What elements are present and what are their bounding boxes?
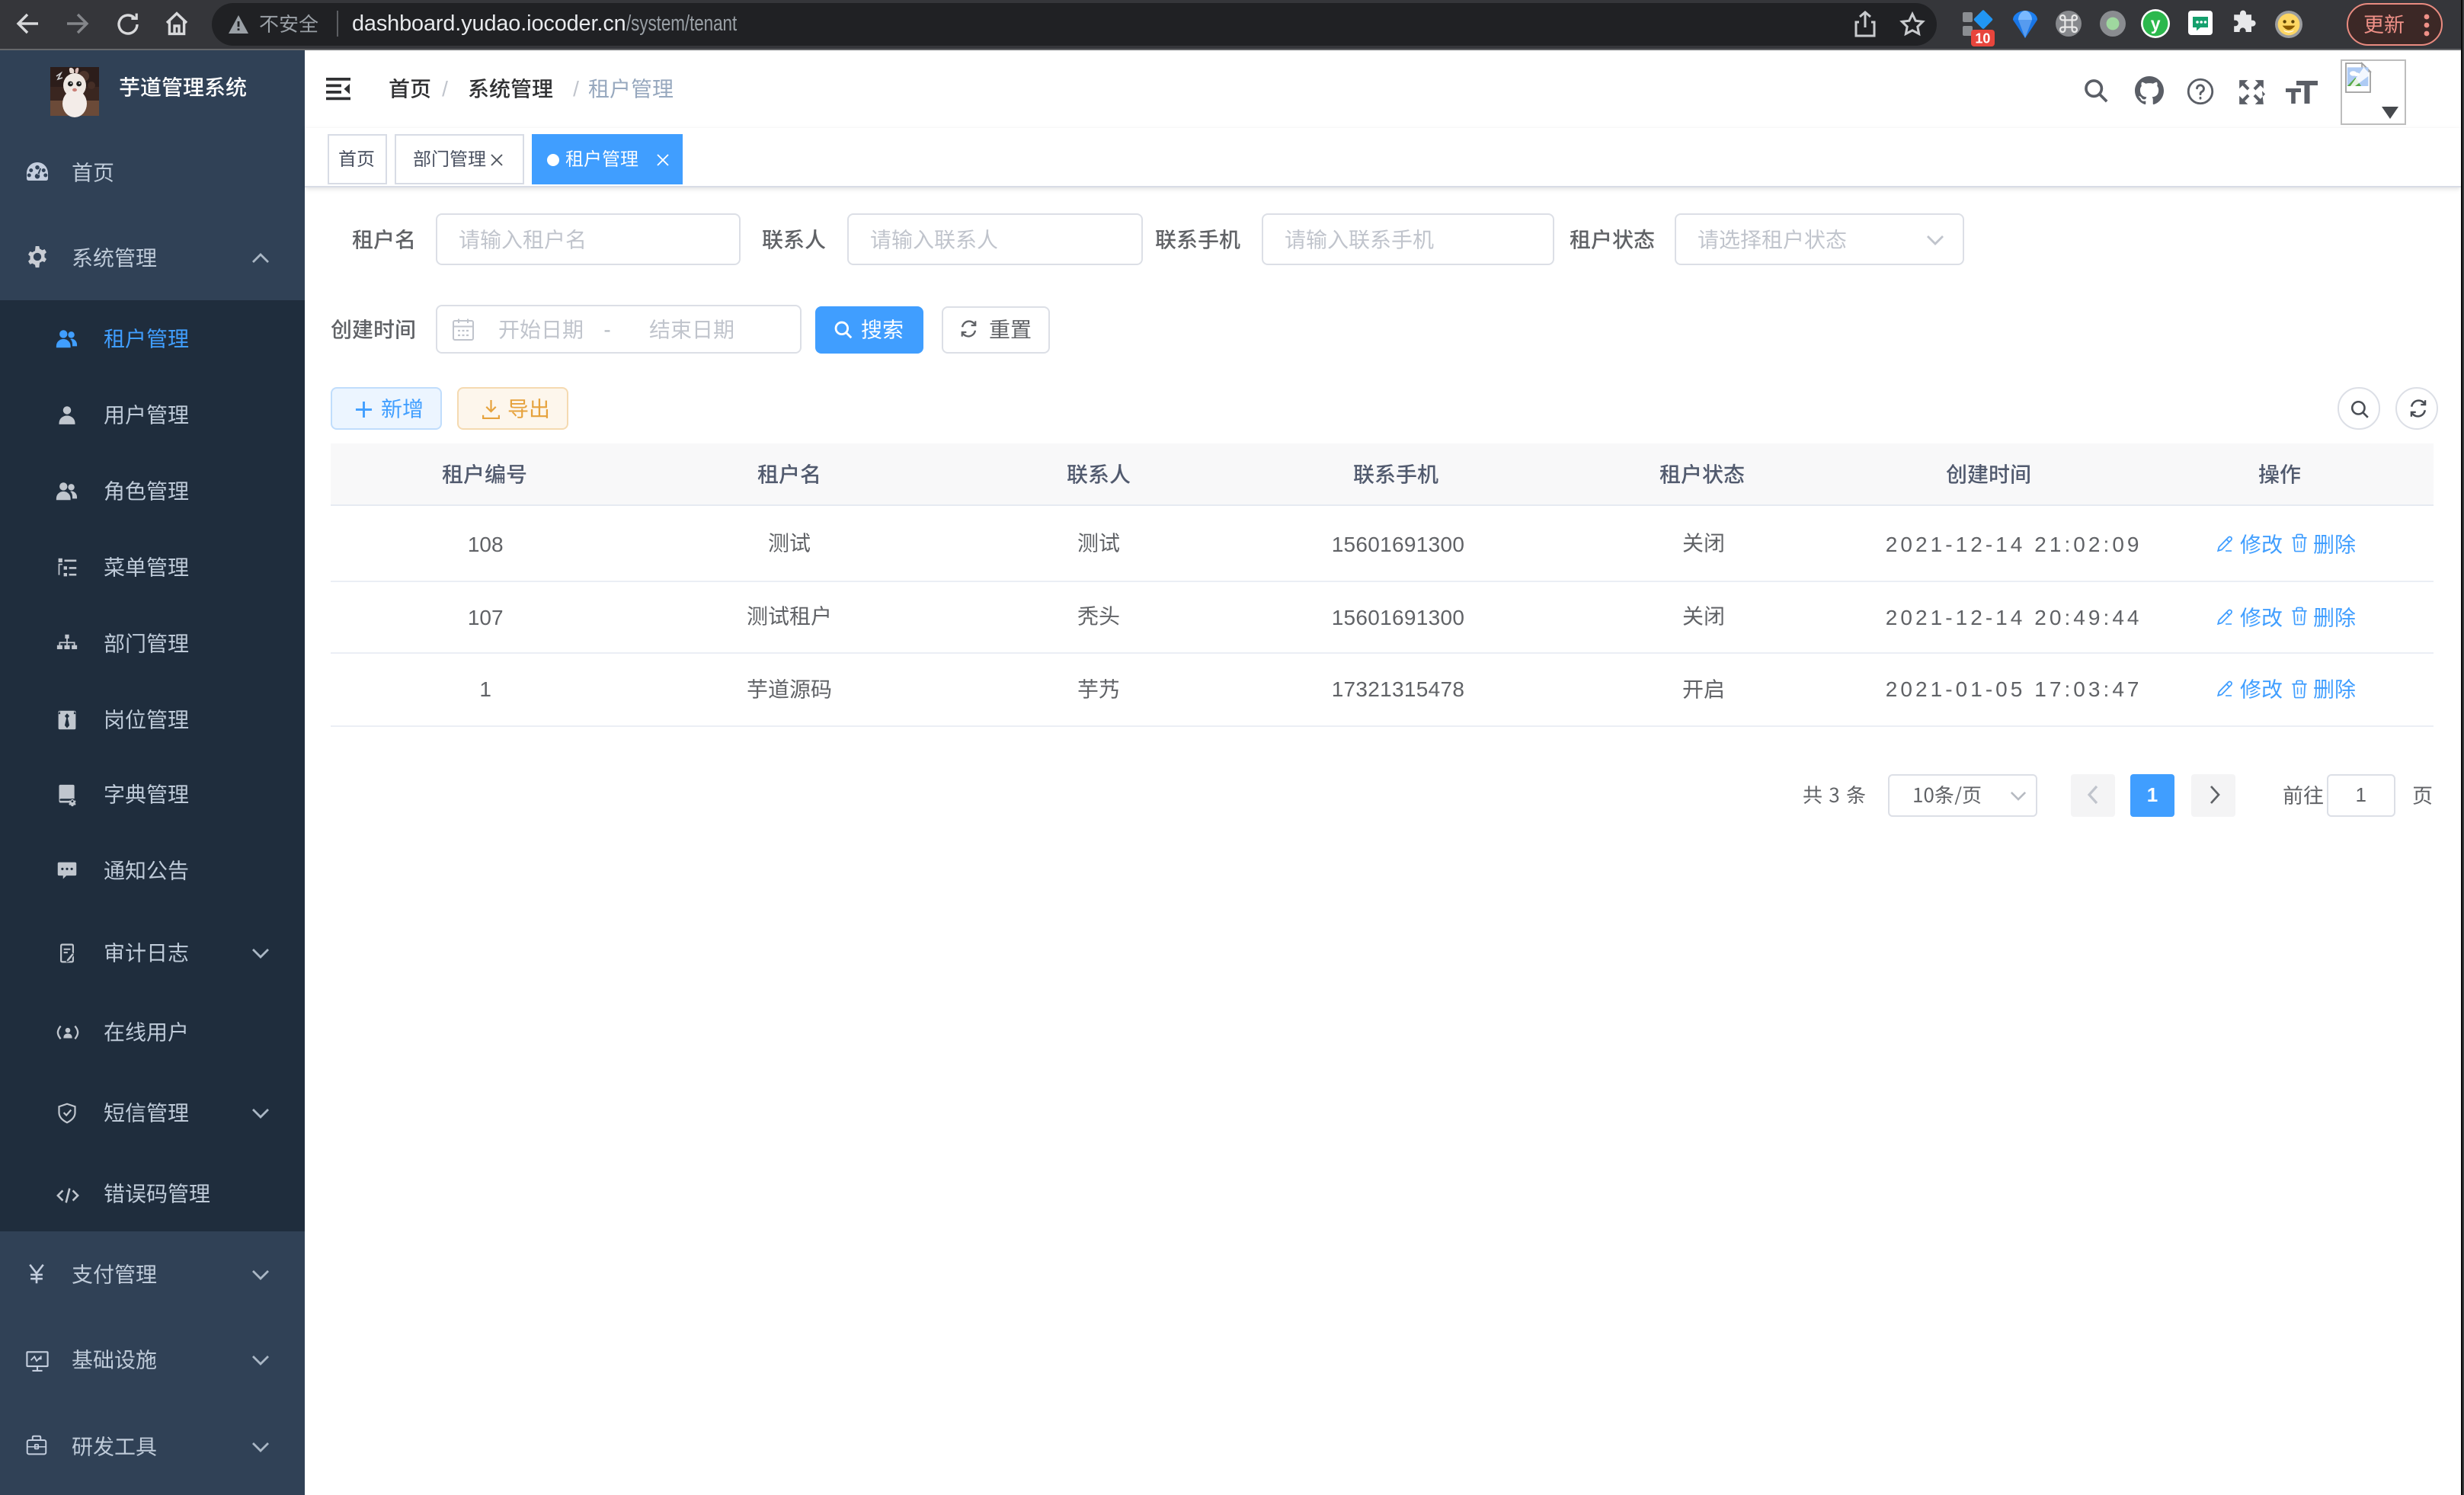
svg-text:y: y (2151, 14, 2161, 34)
svg-text:10: 10 (1975, 31, 1990, 46)
